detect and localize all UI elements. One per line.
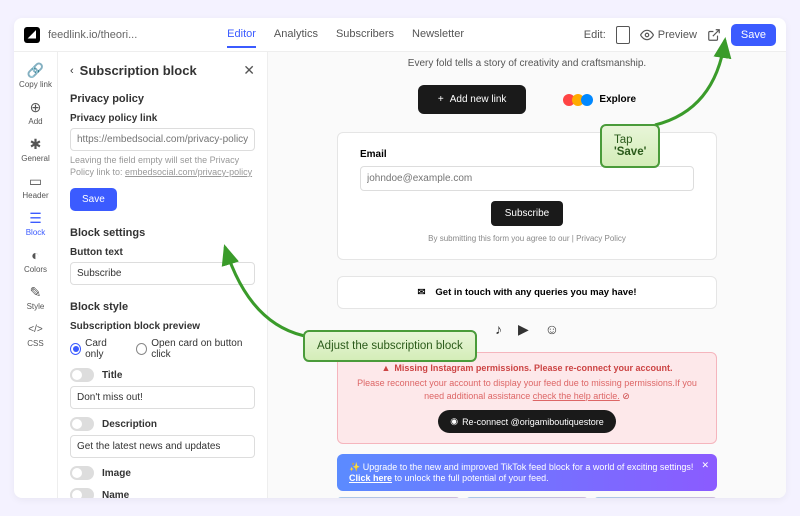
subscribe-button[interactable]: Subscribe — [491, 201, 563, 226]
panel-save-button[interactable]: Save — [70, 188, 117, 211]
warning-icon: ▲ — [381, 363, 390, 373]
thumb-3[interactable]: ✓ — [594, 497, 717, 498]
toggle-name[interactable] — [70, 488, 94, 498]
code-icon: </> — [28, 321, 44, 337]
topbar: ◢ feedlink.io/theori... Editor Analytics… — [14, 18, 786, 52]
tab-subscribers[interactable]: Subscribers — [336, 28, 394, 48]
add-new-link-button[interactable]: +Add new link — [418, 85, 527, 114]
rail-add[interactable]: ⊕Add — [14, 95, 57, 130]
tab-editor[interactable]: Editor — [227, 28, 256, 48]
left-rail: 🔗Copy link ⊕Add ✱General ▭Header ☰Block … — [14, 52, 58, 498]
external-link-icon[interactable] — [707, 28, 721, 42]
block-style-heading: Block style — [70, 301, 255, 313]
privacy-heading: Privacy policy — [70, 93, 255, 105]
privacy-link-label: Privacy policy link — [70, 113, 255, 124]
tiktok-icon[interactable]: ♪ — [495, 321, 502, 338]
rail-block[interactable]: ☰Block — [14, 206, 57, 241]
rail-css[interactable]: </>CSS — [14, 317, 57, 352]
youtube-icon[interactable]: ▶ — [518, 321, 529, 338]
description-input[interactable] — [70, 435, 255, 458]
rail-general[interactable]: ✱General — [14, 132, 57, 167]
eye-icon — [640, 28, 654, 42]
gear-icon: ✱ — [28, 136, 44, 152]
rail-style[interactable]: ✎Style — [14, 280, 57, 315]
save-button[interactable]: Save — [731, 24, 776, 46]
header-icon: ▭ — [28, 173, 44, 189]
pencil-icon: ✎ — [28, 284, 44, 300]
preview-button[interactable]: Preview — [640, 28, 697, 42]
envelope-icon: ✉ — [417, 287, 425, 298]
thumb-2[interactable]: ✓ — [466, 497, 589, 498]
explore-avatars — [566, 94, 593, 106]
instagram-warning: ▲Missing Instagram permissions. Please r… — [337, 352, 717, 444]
rail-copylink[interactable]: 🔗Copy link — [14, 58, 57, 93]
device-mobile-icon[interactable] — [616, 26, 630, 44]
edit-label: Edit: — [584, 29, 606, 41]
callout-adjust: Adjust the subscription block — [303, 330, 477, 362]
plus-icon: + — [438, 94, 444, 105]
help-article-link[interactable]: check the help article. — [533, 391, 620, 401]
toggle-description[interactable] — [70, 417, 94, 431]
feed-thumbnails: ✓ ✓ ✓ — [337, 497, 717, 498]
palette-icon: ◐ — [28, 247, 44, 263]
link-icon: 🔗 — [28, 62, 44, 78]
privacy-hint: Leaving the field empty will set the Pri… — [70, 155, 255, 178]
close-banner-icon[interactable]: ✕ — [701, 460, 709, 471]
contact-bar[interactable]: ✉ Get in touch with any queries you may … — [337, 276, 717, 309]
reddit-icon[interactable]: ☺ — [545, 321, 559, 338]
rail-header[interactable]: ▭Header — [14, 169, 57, 204]
back-icon[interactable]: ‹ — [70, 65, 74, 77]
panel-title: Subscription block — [80, 63, 238, 78]
tab-analytics[interactable]: Analytics — [274, 28, 318, 48]
radio-open-on-click[interactable]: Open card on button click — [136, 338, 255, 360]
explore-button[interactable]: Explore — [566, 85, 636, 114]
preview-mode-label: Subscription block preview — [70, 321, 255, 332]
title-input[interactable] — [70, 386, 255, 409]
button-text-input[interactable] — [70, 262, 255, 285]
url-breadcrumb: feedlink.io/theori... — [48, 29, 137, 41]
settings-panel: ‹ Subscription block ✕ Privacy policy Pr… — [58, 52, 268, 498]
button-text-label: Button text — [70, 247, 255, 258]
tagline: Every fold tells a story of creativity a… — [288, 58, 766, 69]
preview-area: Every fold tells a story of creativity a… — [268, 52, 786, 498]
email-input[interactable] — [360, 166, 694, 191]
upgrade-banner[interactable]: ✨ Upgrade to the new and improved TikTok… — [337, 454, 717, 491]
rail-colors[interactable]: ◐Colors — [14, 243, 57, 278]
logo: ◢ — [24, 27, 40, 43]
block-settings-heading: Block settings — [70, 227, 255, 239]
reconnect-button[interactable]: ◉Re-connect @origamiboutiquestore — [438, 410, 616, 433]
radio-card-only[interactable]: Card only — [70, 338, 124, 360]
callout-save: Tap 'Save' — [600, 124, 660, 168]
close-icon[interactable]: ✕ — [243, 62, 255, 79]
plus-icon: ⊕ — [28, 99, 44, 115]
tab-newsletter[interactable]: Newsletter — [412, 28, 464, 48]
toggle-title[interactable] — [70, 368, 94, 382]
list-icon: ☰ — [28, 210, 44, 226]
instagram-icon: ◉ — [450, 416, 458, 427]
thumb-1[interactable]: ✓ — [337, 497, 460, 498]
consent-text: By submitting this form you agree to our… — [360, 234, 694, 243]
privacy-link-input[interactable] — [70, 128, 255, 151]
toggle-image[interactable] — [70, 466, 94, 480]
main-tabs: Editor Analytics Subscribers Newsletter — [227, 22, 464, 48]
